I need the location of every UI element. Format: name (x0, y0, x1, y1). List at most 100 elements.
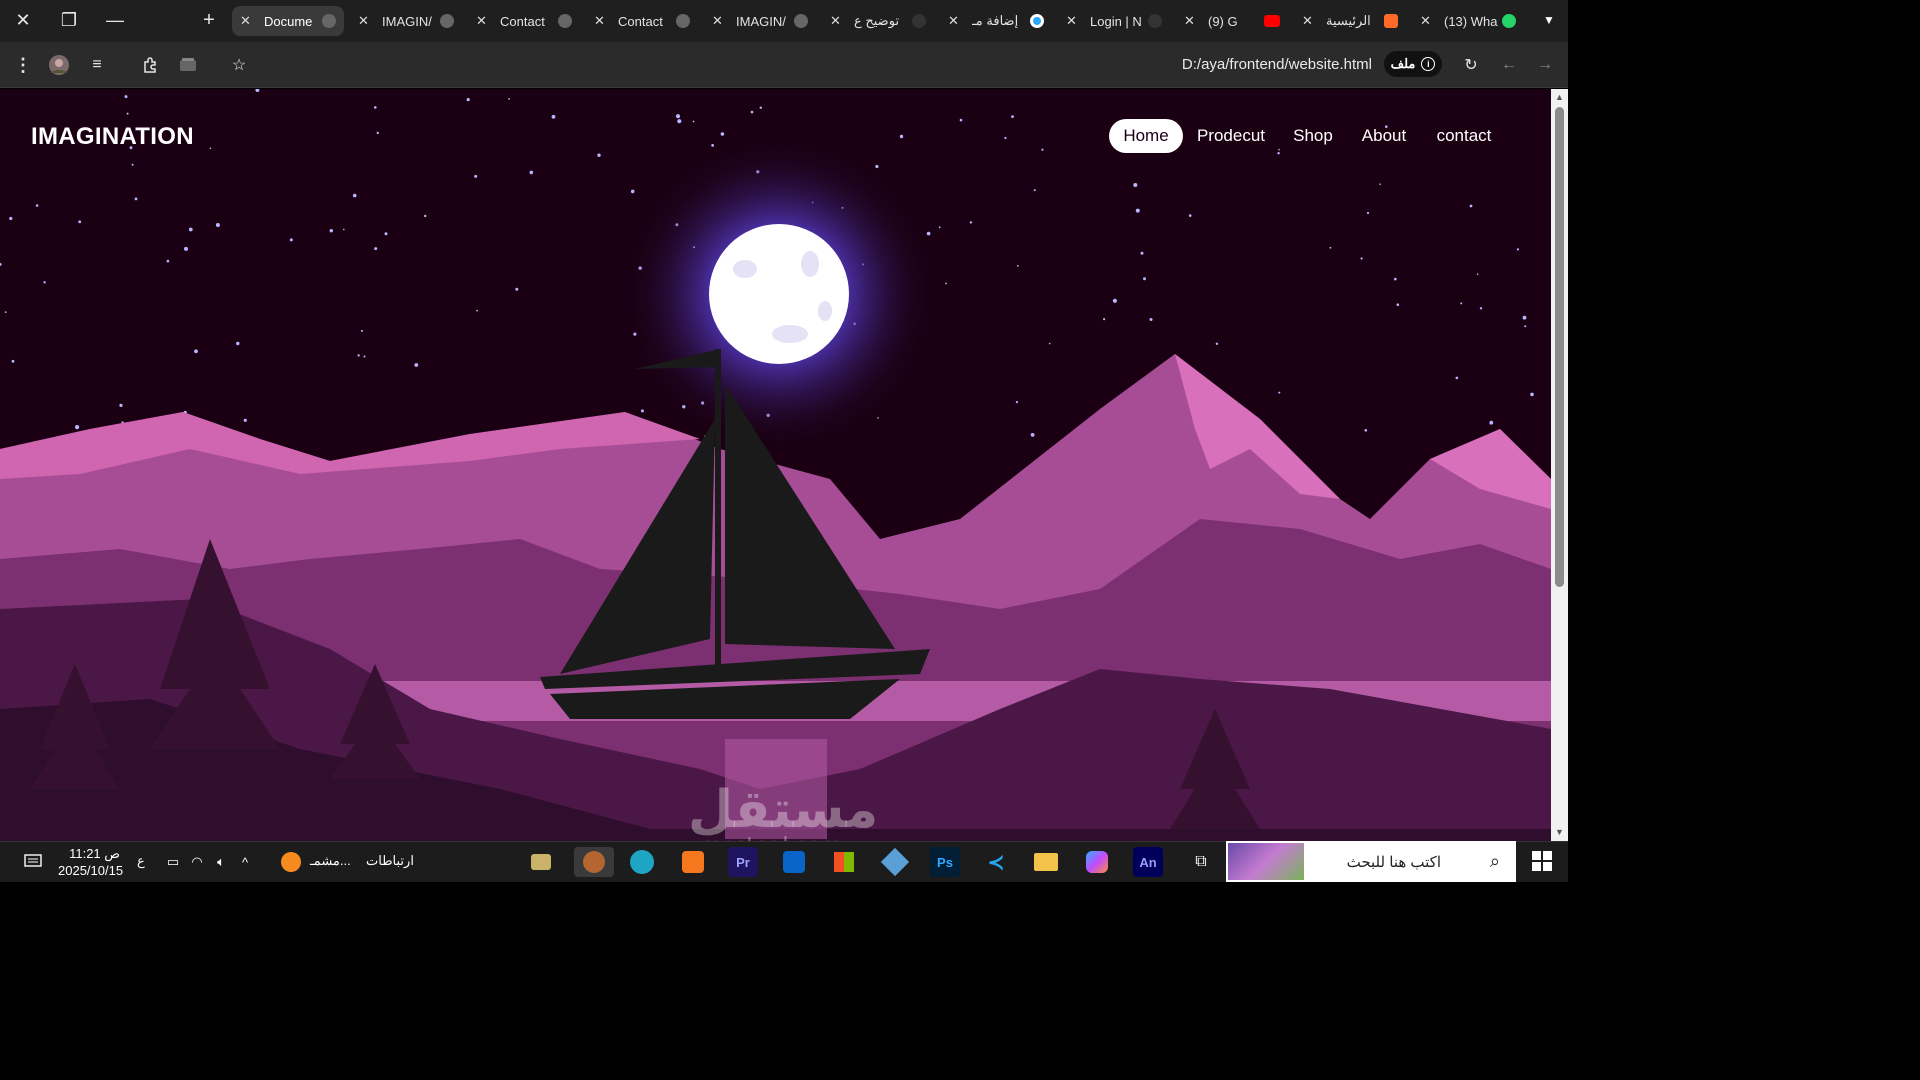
search-placeholder[interactable]: اكتب هنا للبحث (1347, 853, 1441, 871)
tab-close-icon[interactable]: ✕ (476, 13, 494, 29)
xampp-icon[interactable] (678, 847, 708, 877)
workspace-icon[interactable] (175, 52, 201, 78)
weather-icon[interactable] (276, 847, 306, 877)
star (1135, 208, 1140, 213)
star (1479, 307, 1483, 310)
file-explorer-icon[interactable] (1031, 847, 1061, 877)
chrome-profile-icon[interactable] (574, 847, 614, 877)
site-info-chip[interactable]: ملف i (1384, 51, 1442, 77)
edge-icon[interactable] (627, 847, 657, 877)
tab[interactable]: ✕ Login | N (1058, 6, 1170, 36)
star (209, 147, 212, 150)
tab-close-icon[interactable]: ✕ (1420, 13, 1438, 29)
minimize-window-icon[interactable]: — (92, 0, 138, 40)
site-favicon-icon (1384, 14, 1398, 28)
outlook-icon[interactable] (779, 847, 809, 877)
refresh-icon[interactable]: ↻ (1458, 52, 1484, 78)
clock-date[interactable]: 2025/10/15 (58, 862, 123, 879)
tab-close-icon[interactable]: ✕ (1066, 13, 1084, 29)
tab[interactable]: ✕ IMAGIN/ (350, 6, 462, 36)
watermark-logo: مستقل (688, 780, 879, 840)
star (877, 417, 879, 419)
tab[interactable]: ✕ (13) Wha (1412, 6, 1524, 36)
tab-close-icon[interactable]: ✕ (830, 13, 848, 29)
star (675, 114, 681, 119)
star (343, 228, 345, 231)
scroll-up-icon[interactable]: ▲ (1554, 92, 1565, 103)
weather-label[interactable]: مشمـ... (310, 853, 351, 869)
restore-window-icon[interactable]: ❐ (46, 0, 92, 40)
tab-title: توضيح ع (854, 13, 900, 28)
star (597, 153, 601, 157)
scrollbar-thumb[interactable] (1555, 107, 1564, 587)
back-arrow-icon[interactable]: ← (1496, 52, 1522, 78)
vscode-icon[interactable]: ≺ (981, 847, 1011, 877)
nav-link-home[interactable]: Home (1109, 119, 1183, 153)
star (1016, 265, 1019, 267)
star (1149, 318, 1153, 321)
tab-close-icon[interactable]: ✕ (1302, 13, 1320, 29)
tab[interactable]: ✕ Contact (468, 6, 580, 36)
photoshop-icon[interactable]: Ps (930, 847, 960, 877)
reading-list-icon[interactable]: ≡ (84, 52, 110, 78)
nav-link-product[interactable]: Prodecut (1190, 119, 1272, 153)
tab-close-icon[interactable]: ✕ (712, 13, 730, 29)
search-icon: ⌕ (1489, 851, 1500, 871)
site-logo[interactable]: IMAGINATION (31, 123, 194, 151)
star (119, 403, 123, 407)
scroll-down-icon[interactable]: ▼ (1554, 827, 1565, 838)
profile-avatar[interactable] (46, 52, 72, 78)
input-language[interactable]: ع (137, 853, 145, 869)
virtualbox-icon[interactable] (880, 847, 910, 877)
extensions-icon[interactable] (138, 52, 164, 78)
forward-arrow-icon[interactable]: → (1532, 52, 1558, 78)
windows-start-icon[interactable] (1532, 851, 1552, 871)
tab[interactable]: ✕ Docume (232, 6, 344, 36)
tab[interactable]: ✕ توضيح ع (822, 6, 934, 36)
tab[interactable]: ✕ (9) G (1176, 6, 1288, 36)
tab[interactable]: ✕ IMAGIN/ (704, 6, 816, 36)
star (551, 114, 556, 119)
links-label[interactable]: ارتباطات (366, 853, 414, 869)
tab-list-chevron-icon[interactable]: ▼ (1534, 6, 1564, 34)
clock-time[interactable]: 11:21 ص (58, 845, 120, 862)
star (1522, 315, 1527, 320)
copilot-icon[interactable] (1082, 847, 1112, 877)
nav-link-shop[interactable]: Shop (1284, 119, 1342, 153)
taskbar-search[interactable]: اكتب هنا للبحث ⌕ (1226, 841, 1516, 882)
star (1364, 429, 1368, 432)
favorite-star-icon[interactable]: ☆ (226, 52, 252, 78)
close-window-icon[interactable]: ✕ (0, 0, 46, 40)
new-tab-plus-icon[interactable]: + (194, 6, 224, 34)
nav-link-about[interactable]: About (1352, 119, 1416, 153)
tab-title: IMAGIN/ (382, 13, 432, 29)
games-icon[interactable] (526, 847, 556, 877)
page-scrollbar[interactable]: ▲ ▼ (1551, 89, 1568, 841)
tab-close-icon[interactable]: ✕ (594, 13, 612, 29)
notifications-icon[interactable] (18, 847, 48, 877)
tab[interactable]: ✕ Contact (586, 6, 698, 36)
youtube-icon (1264, 15, 1280, 27)
tab-close-icon[interactable]: ✕ (1184, 13, 1202, 29)
chevron-up-icon[interactable]: ^ (230, 847, 260, 877)
task-view-icon[interactable]: ⧉ (1186, 847, 1216, 877)
menu-dots-icon[interactable]: ⋮ (10, 52, 36, 78)
star (476, 309, 478, 312)
star (875, 164, 879, 169)
star (508, 98, 510, 100)
star (959, 118, 963, 122)
tab-close-icon[interactable]: ✕ (358, 13, 376, 29)
star (1030, 433, 1035, 437)
tab[interactable]: ✕ الرئيسية (1294, 6, 1406, 36)
star (630, 189, 635, 194)
animate-icon[interactable]: An (1133, 847, 1163, 877)
star (1112, 298, 1117, 303)
tab-close-icon[interactable]: ✕ (240, 13, 258, 29)
star (640, 409, 644, 413)
premiere-icon[interactable]: Pr (728, 847, 758, 877)
tab[interactable]: ✕ إضافة مـ (940, 6, 1052, 36)
store-icon[interactable] (829, 847, 859, 877)
nav-link-contact[interactable]: contact (1428, 119, 1500, 153)
url-text[interactable]: D:/aya/frontend/website.html (1182, 56, 1372, 73)
tab-close-icon[interactable]: ✕ (948, 13, 966, 29)
